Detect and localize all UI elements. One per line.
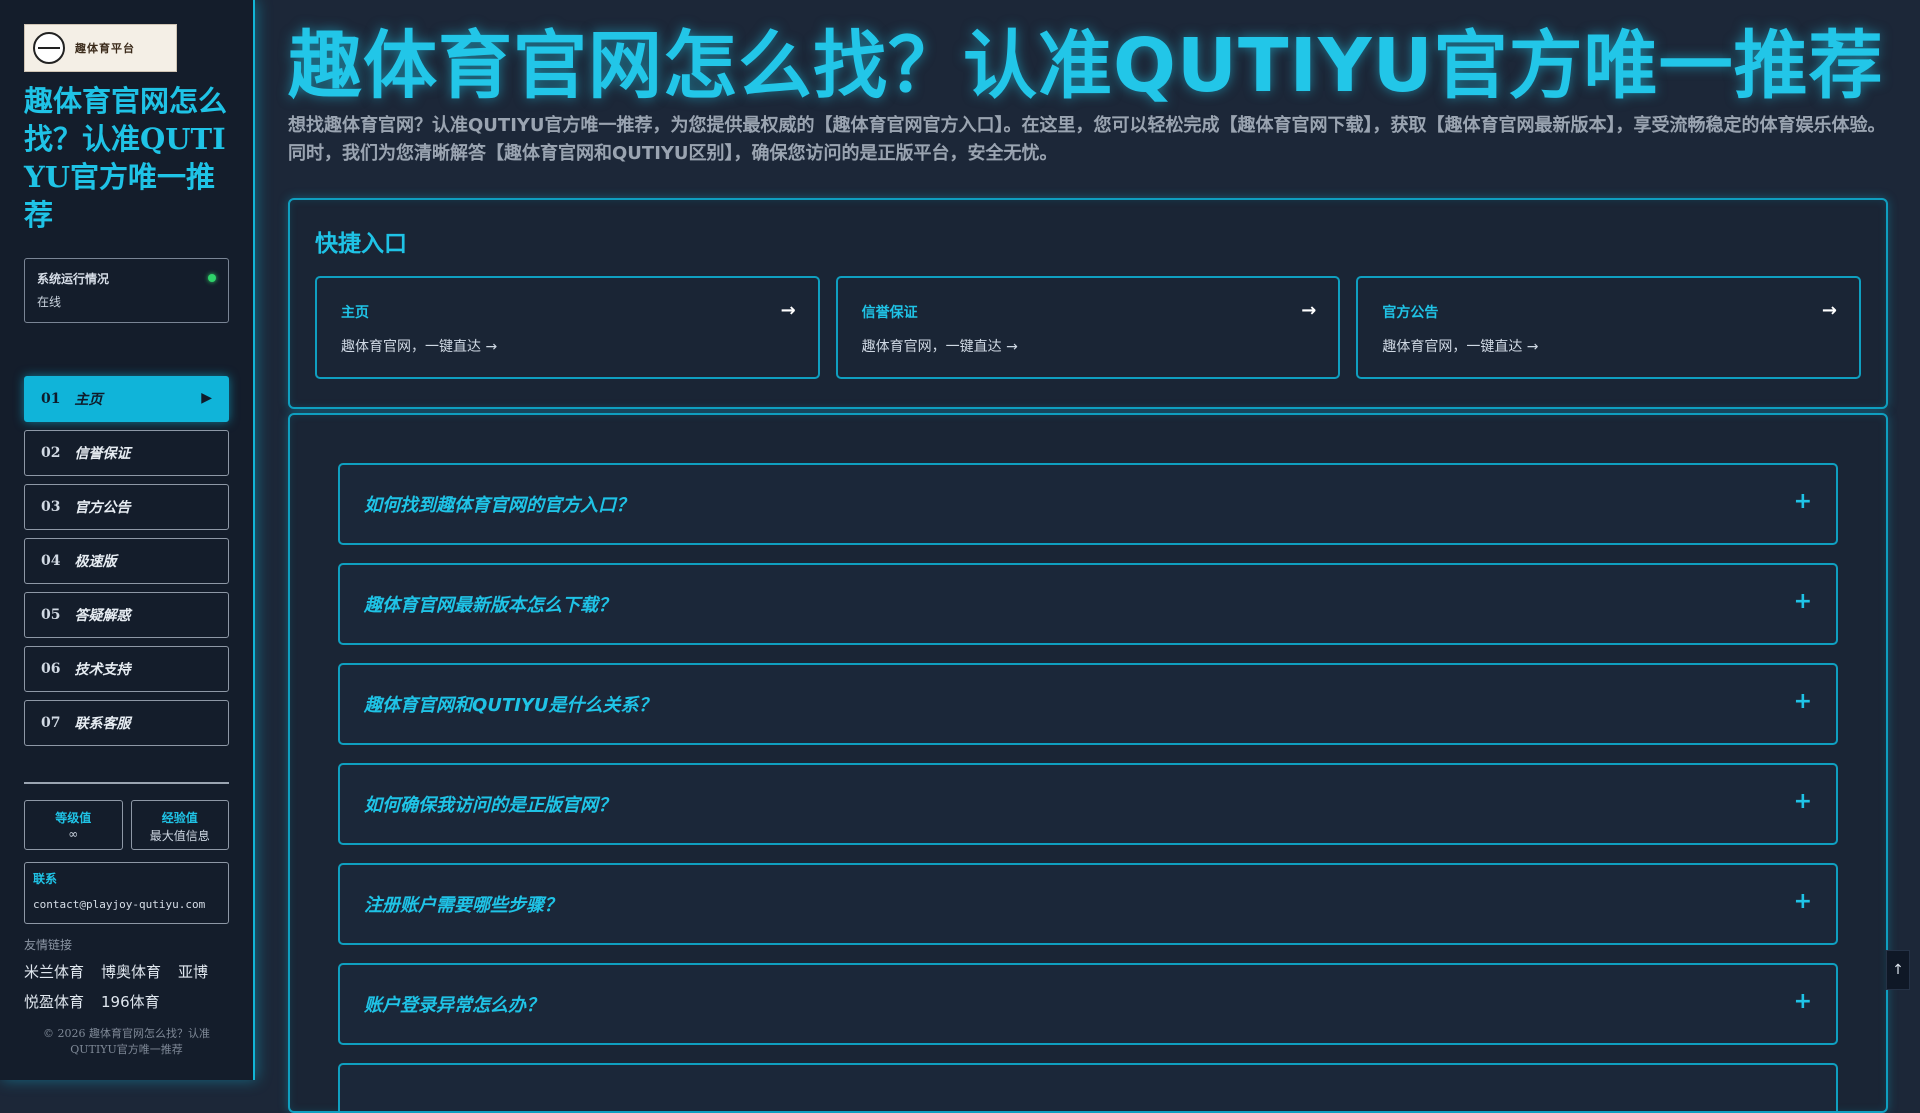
nav-item-label: 信誉保证	[74, 446, 131, 462]
nav-item-label: 答疑解惑	[74, 608, 131, 624]
plus-icon: +	[1793, 689, 1812, 714]
faq-question: 账户登录异常怎么办？	[364, 995, 544, 1016]
sidebar-nav: 01 主页 ▶ 02 信誉保证 03 官方公告 04 极速版 05 答疑解惑 0…	[24, 376, 229, 746]
quick-card-title: 主页	[341, 305, 369, 321]
nav-item-label: 主页	[74, 392, 103, 408]
friend-link[interactable]: 米兰体育	[24, 961, 84, 982]
friend-links: 米兰体育 博奥体育 亚博 悦盈体育 196体育	[24, 961, 229, 1012]
quick-card-title: 官方公告	[1382, 305, 1439, 321]
stat-experience: 经验值 最大值信息	[130, 800, 229, 850]
arrow-right-icon: →	[780, 300, 796, 321]
stat-label: 经验值	[161, 811, 198, 825]
stat-value: 最大值信息	[149, 829, 210, 843]
faq-item[interactable]: 趣体育官网和QUTIYU是什么关系？ +	[338, 663, 1838, 745]
plus-icon: +	[1793, 989, 1812, 1014]
stat-level: 等级值 ∞	[24, 800, 123, 850]
nav-item-announcements[interactable]: 03 官方公告	[24, 484, 229, 530]
play-arrow-icon: ▶	[201, 390, 212, 406]
online-status-dot-icon	[208, 274, 216, 282]
nav-item-label: 极速版	[74, 554, 117, 570]
faq-item[interactable]: 账户登录异常怎么办？ +	[338, 963, 1838, 1045]
nav-item-number: 07	[41, 715, 61, 731]
contact-label: 联系	[33, 872, 58, 886]
nav-item-label: 联系客服	[74, 716, 131, 732]
friend-links-label: 友情链接	[24, 938, 73, 952]
faq-question: 如何确保我访问的是正版官网？	[364, 795, 616, 816]
main-content: 趣体育官网怎么找？认准QUTIYU官方唯一推荐 想找趣体育官网？认准QUTIYU…	[288, 0, 1888, 1113]
plus-icon: +	[1793, 589, 1812, 614]
system-status-card: 系统运行情况 在线	[24, 258, 229, 323]
page-description: 想找趣体育官网？认准QUTIYU官方唯一推荐，为您提供最权威的【趣体育官网官方入…	[288, 115, 1886, 164]
quick-access-panel: 快捷入口 主页 趣体育官网，一键直达 → → 信誉保证 趣体育官网，一键直达 →…	[288, 198, 1888, 409]
copyright-text: © 2026 趣体育官网怎么找？认准QUTIYU官方唯一推荐	[43, 1027, 210, 1056]
sidebar-title: 趣体育官网怎么找？认准QUTIYU官方唯一推荐	[24, 84, 228, 232]
scroll-to-top-button[interactable]: ↑	[1886, 950, 1910, 990]
nav-item-number: 04	[41, 553, 61, 569]
plus-icon: +	[1793, 489, 1812, 514]
nav-item-contact-service[interactable]: 07 联系客服	[24, 700, 229, 746]
logo-text: 趣体育平台	[75, 42, 135, 55]
page-title: 趣体育官网怎么找？认准QUTIYU官方唯一推荐	[288, 23, 1884, 109]
nav-item-home[interactable]: 01 主页 ▶	[24, 376, 229, 422]
quick-card-subtitle: 趣体育官网，一键直达 →	[341, 339, 498, 355]
system-status-label: 系统运行情况	[37, 272, 110, 286]
quick-card-title: 信誉保证	[861, 305, 918, 321]
faq-question: 趣体育官网和QUTIYU是什么关系？	[364, 695, 657, 716]
system-status-value: 在线	[37, 295, 62, 309]
faq-item[interactable]: 如何确保我访问的是正版官网？ +	[338, 763, 1838, 845]
faq-item[interactable]: 注册账户需要哪些步骤？ +	[338, 863, 1838, 945]
faq-question: 趣体育官网最新版本怎么下载？	[364, 595, 616, 616]
nav-item-number: 03	[41, 499, 61, 515]
nav-item-number: 02	[41, 445, 61, 461]
friend-link[interactable]: 悦盈体育	[24, 991, 84, 1012]
stats-row: 等级值 ∞ 经验值 最大值信息	[24, 800, 229, 850]
contact-card: 联系 contact@playjoy-qutiyu.com	[24, 862, 229, 924]
plus-icon: +	[1793, 789, 1812, 814]
friend-link[interactable]: 亚博	[178, 961, 208, 982]
logo-emblem-icon	[33, 32, 65, 64]
nav-item-label: 技术支持	[74, 662, 131, 678]
nav-item-tech-support[interactable]: 06 技术支持	[24, 646, 229, 692]
quick-card-subtitle: 趣体育官网，一键直达 →	[1382, 339, 1539, 355]
quick-card-subtitle: 趣体育官网，一键直达 →	[861, 339, 1018, 355]
quick-access-cards: 主页 趣体育官网，一键直达 → → 信誉保证 趣体育官网，一键直达 → → 官方…	[315, 276, 1862, 379]
stat-label: 等级值	[55, 811, 92, 825]
friend-link[interactable]: 博奥体育	[101, 961, 161, 982]
contact-email[interactable]: contact@playjoy-qutiyu.com	[33, 898, 220, 911]
faq-question: 注册账户需要哪些步骤？	[364, 895, 562, 916]
site-logo[interactable]: 趣体育平台	[24, 24, 177, 72]
quick-access-title: 快捷入口	[315, 231, 407, 257]
quick-card-announcements[interactable]: 官方公告 趣体育官网，一键直达 → →	[1356, 276, 1862, 379]
quick-card-reputation[interactable]: 信誉保证 趣体育官网，一键直达 → →	[835, 276, 1341, 379]
nav-item-number: 01	[41, 391, 61, 407]
nav-item-label: 官方公告	[74, 500, 131, 516]
nav-item-reputation[interactable]: 02 信誉保证	[24, 430, 229, 476]
faq-item[interactable]: 趣体育官网最新版本怎么下载？ +	[338, 563, 1838, 645]
plus-icon: +	[1793, 889, 1812, 914]
stat-value: ∞	[68, 827, 79, 841]
arrow-right-icon: →	[1301, 300, 1317, 321]
sidebar-divider	[24, 782, 229, 784]
arrow-right-icon: →	[1821, 300, 1838, 321]
faq-question: 如何找到趣体育官网的官方入口？	[364, 495, 634, 516]
friend-link[interactable]: 196体育	[101, 991, 160, 1012]
faq-item[interactable]: 如何找到趣体育官网的官方入口？ +	[338, 463, 1838, 545]
faq-item[interactable]	[338, 1063, 1838, 1111]
nav-item-number: 05	[41, 607, 61, 623]
nav-item-number: 06	[41, 661, 61, 677]
sidebar: 趣体育平台 趣体育官网怎么找？认准QUTIYU官方唯一推荐 系统运行情况 在线 …	[0, 0, 255, 1080]
nav-item-faq[interactable]: 05 答疑解惑	[24, 592, 229, 638]
faq-panel: 如何找到趣体育官网的官方入口？ + 趣体育官网最新版本怎么下载？ + 趣体育官网…	[288, 413, 1888, 1113]
nav-item-lite-version[interactable]: 04 极速版	[24, 538, 229, 584]
quick-card-home[interactable]: 主页 趣体育官网，一键直达 → →	[315, 276, 820, 379]
